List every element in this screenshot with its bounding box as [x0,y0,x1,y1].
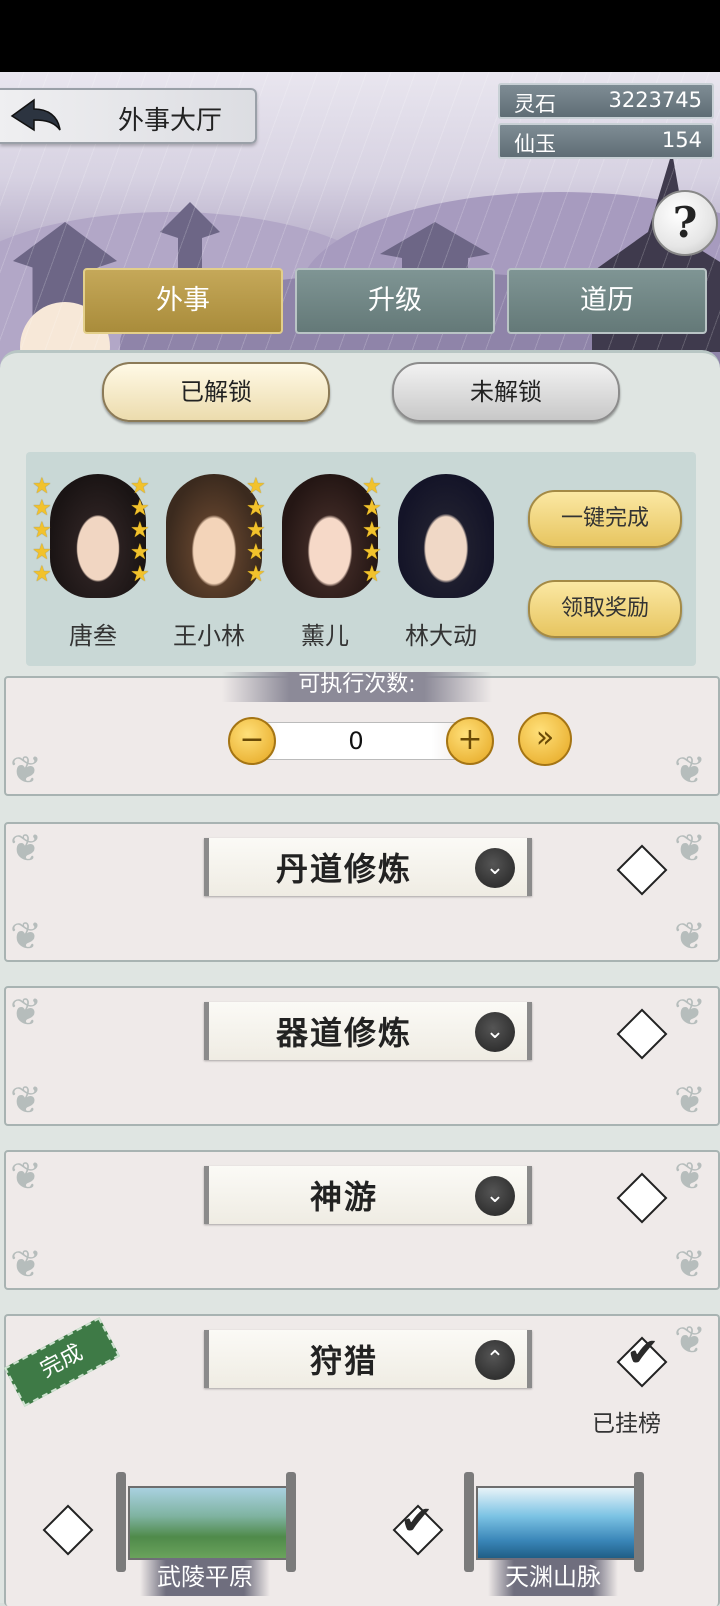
corner-ornament-icon: ❦ [10,1154,42,1198]
immortal-jade-counter: 仙玉 154 [498,123,714,159]
minus-button[interactable]: − [228,717,276,765]
star-rating: ★ ★ ★ ★ ★ [246,474,266,587]
corner-ornament-icon: ❦ [10,748,42,792]
section-title-text: 丹道修炼 [275,850,412,888]
section-title-forging[interactable]: 器道修炼 ⌄ [204,1002,532,1060]
chevron-down-icon[interactable]: ⌄ [475,1176,515,1216]
corner-ornament-icon: ❦ [674,1242,706,1286]
star-rating: ★ ★ ★ ★ ★ [362,474,382,587]
map-name: 天渊山脉 [488,1558,618,1596]
page-title: 外事大厅 [118,106,223,136]
spirit-stone-counter: 灵石 3223745 [498,83,714,119]
hero-name: 王小林 [173,622,245,650]
back-arrow-icon[interactable] [8,96,64,136]
corner-ornament-icon: ❦ [10,1242,42,1286]
corner-ornament-icon: ❦ [10,990,42,1034]
claim-rewards-button[interactable]: 领取奖励 [528,580,682,638]
corner-ornament-icon: ❦ [674,1318,706,1362]
listed-status: 已挂榜 [592,1411,661,1437]
tab-waishi[interactable]: 外事 [83,268,283,334]
section-title-alchemy[interactable]: 丹道修炼 ⌄ [204,838,532,896]
section-title-text: 狩猎 [309,1342,378,1380]
resource-value: 154 [661,128,702,152]
unlocked-filter-button[interactable]: 已解锁 [102,362,330,422]
hero-name: 林大动 [405,622,477,650]
corner-ornament-icon: ❦ [10,914,42,958]
corner-ornament-icon: ❦ [10,826,42,870]
section-title-spirit-travel[interactable]: 神游 ⌄ [204,1166,532,1224]
section-title-text: 器道修炼 [275,1014,412,1052]
corner-ornament-icon: ❦ [10,1078,42,1122]
chevron-down-icon[interactable]: ⌄ [475,848,515,888]
star-rating: ★ ★ ★ ★ ★ [130,474,150,587]
corner-ornament-icon: ❦ [674,826,706,870]
map-thumbnail [476,1486,636,1560]
corner-ornament-icon: ❦ [674,914,706,958]
help-icon[interactable]: ? [652,190,718,256]
checkmark-icon: ✔ [400,1498,434,1544]
hero-portrait [398,474,494,598]
corner-ornament-icon: ❦ [674,1078,706,1122]
hero-card[interactable]: ★ ★ ★ ★ ★ 林大动 [362,474,494,654]
hero-name: 薰儿 [301,622,349,650]
corner-ornament-icon: ❦ [674,990,706,1034]
corner-ornament-icon: ❦ [674,1154,706,1198]
section-title-text: 神游 [309,1178,378,1216]
tab-upgrade[interactable]: 升级 [295,268,495,334]
resource-label: 灵石 [514,92,556,116]
map-wuling-plain[interactable] [116,1472,296,1572]
tab-daoli[interactable]: 道历 [507,268,707,334]
map-name: 武陵平原 [140,1558,270,1596]
chevron-up-icon[interactable]: ⌃ [475,1340,515,1380]
star-rating: ★ ★ ★ ★ ★ [32,474,52,587]
status-bar [0,0,720,72]
map-thumbnail [128,1486,288,1560]
section-title-hunting[interactable]: 狩猎 ⌃ [204,1330,532,1388]
plus-button[interactable]: + [446,717,494,765]
execution-count-value[interactable]: 0 [248,722,464,760]
corner-ornament-icon: ❦ [674,748,706,792]
locked-filter-button[interactable]: 未解锁 [392,362,620,422]
hero-name: 唐叁 [69,622,117,650]
header-bar: 外事大厅 [0,88,257,144]
execution-count-label: 可执行次数: [222,672,492,702]
chevron-down-icon[interactable]: ⌄ [475,1012,515,1052]
resource-value: 3223745 [608,88,702,112]
resource-label: 仙玉 [514,132,556,156]
complete-all-button[interactable]: 一键完成 [528,490,682,548]
checkmark-icon: ✔ [626,1330,660,1376]
map-tianyuan-mountains[interactable] [464,1472,644,1572]
max-button[interactable]: » [518,712,572,766]
